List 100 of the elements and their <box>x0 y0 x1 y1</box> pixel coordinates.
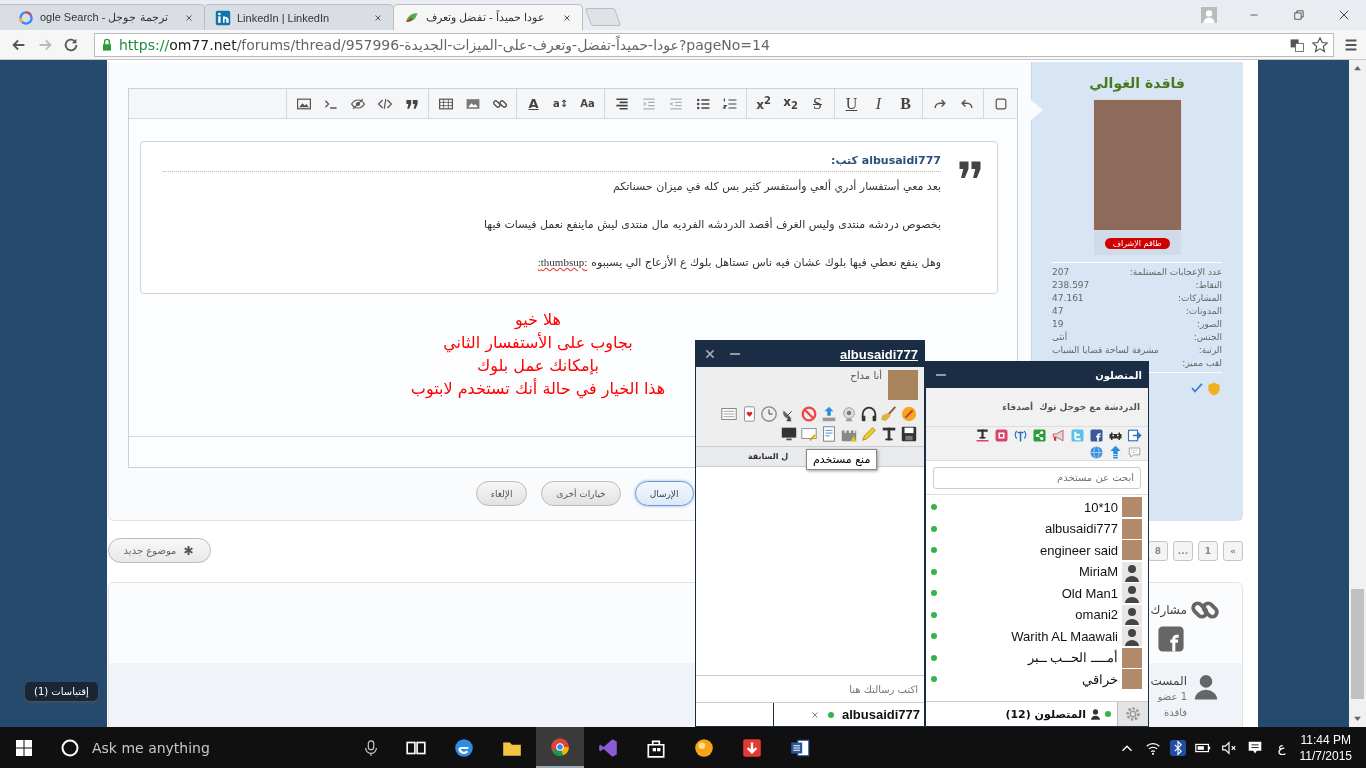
close-icon[interactable] <box>809 709 820 720</box>
text-tool-icon[interactable] <box>880 425 898 443</box>
reply-text: بإمكانك عمل بلوك <box>477 355 599 377</box>
stat-label: المدونات: <box>1185 305 1223 318</box>
share-icon[interactable] <box>1032 427 1047 443</box>
online-member[interactable]: فاقدة <box>1150 705 1187 721</box>
input-language[interactable]: ع <box>1277 740 1286 755</box>
settings-icon <box>1124 705 1142 723</box>
start-icon[interactable] <box>14 737 34 758</box>
tooltip: منع مستخدم <box>806 449 878 470</box>
translate-icon[interactable] <box>1289 36 1305 53</box>
chat-link[interactable]: أصدقاء <box>1002 402 1034 412</box>
clock-time[interactable]: 11:44 PM <box>1300 731 1351 748</box>
numbered-list-icon[interactable] <box>721 95 738 112</box>
stat-value: 19 <box>1052 318 1064 331</box>
browser-tab[interactable]: LinkedIn | LinkedIn <box>204 4 394 30</box>
close-icon[interactable] <box>704 348 716 360</box>
quotes-badge[interactable]: إقتباسات (1) <box>25 682 98 701</box>
download-icon <box>741 736 763 759</box>
pencil-circle-icon[interactable] <box>900 405 918 423</box>
check-icon <box>1190 381 1205 395</box>
quote-author: albusaidi777 كتب: <box>163 154 941 172</box>
subscript-button[interactable]: x$_{2}$ <box>777 90 804 117</box>
italic-button[interactable]: I <box>865 90 892 117</box>
new-topic-button[interactable]: موضوع جديد <box>108 538 211 563</box>
close-icon[interactable] <box>184 12 194 23</box>
close-icon[interactable] <box>373 12 383 23</box>
cortana-circle-icon <box>60 737 80 758</box>
user-list-item[interactable]: MiriaM <box>931 561 1142 583</box>
bluetooth-icon[interactable] <box>1169 739 1186 756</box>
social-square-icon[interactable] <box>1089 427 1104 443</box>
photo-placeholder <box>888 370 918 400</box>
user-list-item[interactable]: omani2 <box>931 604 1142 626</box>
user-search-field[interactable]: ابحث عن مستخدم <box>933 466 1141 489</box>
underline-button[interactable]: U <box>838 90 865 117</box>
user-list-item[interactable]: أمــــ الحــب ــبر <box>931 647 1142 669</box>
history-tab[interactable]: ل السابقة <box>748 452 789 461</box>
clock-date[interactable]: 11/7/2015 <box>1299 747 1352 764</box>
tab-title: LinkedIn | LinkedIn <box>237 11 331 24</box>
document-icon[interactable] <box>820 425 838 443</box>
text-tool-icon[interactable] <box>975 427 990 443</box>
user-icon <box>1192 673 1220 701</box>
photo-placeholder <box>1122 497 1142 518</box>
superscript-button[interactable]: x$^{2}$ <box>750 90 777 117</box>
stat-label: الجنس: <box>1193 331 1223 344</box>
browser-tab[interactable]: عودا حميداً - تفضل وتعرف <box>393 4 583 30</box>
font-button[interactable]: Aa <box>574 90 601 117</box>
round-logo-icon <box>549 735 571 758</box>
window-title: المتصلون <box>1095 369 1142 381</box>
stat-label: الرتبة: <box>1198 344 1223 357</box>
headphones-icon[interactable] <box>860 405 878 423</box>
search-field[interactable]: Ask me anything <box>90 738 352 757</box>
online-count[interactable]: المتصلون (12) <box>1005 707 1086 721</box>
font-size-button[interactable]: a↕ <box>547 90 574 117</box>
reply-text: بجاوب على الأستفسار الثاني <box>443 331 633 354</box>
user-list-item[interactable]: خراقي <box>931 668 1142 690</box>
user-list-item[interactable]: albusaidi777 <box>931 518 1142 540</box>
social-square-icon[interactable] <box>1156 625 1185 653</box>
browser-tab[interactable]: ogle Search - ترجمة جوجل <box>0 4 205 30</box>
window-list-icon[interactable] <box>720 405 738 423</box>
scrollbar-thumb[interactable] <box>1351 589 1364 699</box>
monitor-icon[interactable] <box>780 425 798 443</box>
photo-placeholder <box>1122 518 1142 539</box>
user-list-item[interactable]: Old Man1 <box>931 582 1142 604</box>
text-color-button[interactable]: A <box>520 90 547 117</box>
webcam-icon[interactable] <box>840 405 858 423</box>
star-icon[interactable] <box>1311 35 1329 54</box>
strike-button[interactable]: S <box>804 90 831 117</box>
stat-label: لقب مميز: <box>1182 357 1223 370</box>
restore-icon[interactable] <box>1291 8 1306 22</box>
align-right-icon[interactable] <box>613 95 630 112</box>
ring-favicon-icon <box>18 9 34 26</box>
user-list-item[interactable]: engineer said <box>931 539 1142 561</box>
stat-value: 238.597 <box>1052 279 1090 292</box>
exit-icon[interactable] <box>1127 427 1142 443</box>
profile-name[interactable]: فاقدة الغوالي <box>1089 75 1185 91</box>
scrollbar[interactable] <box>1349 60 1366 727</box>
speaker-muted-icon[interactable] <box>1219 738 1238 757</box>
chat-link[interactable]: الدردشة مع جوجل توك <box>1039 402 1140 412</box>
form-button[interactable]: الإرسال <box>634 481 694 506</box>
taskbar-app[interactable] <box>536 727 584 768</box>
stat-value: 47 <box>1052 305 1064 318</box>
minimized-chat-tab[interactable]: albusaidi777 <box>773 703 924 726</box>
user-list-item[interactable]: 10*10 <box>931 496 1142 518</box>
online-heading: المست <box>1150 673 1187 689</box>
framed-square-icon[interactable] <box>994 427 1009 443</box>
form-button[interactable]: الإلغاء <box>475 481 528 506</box>
pointer-arrow <box>1031 100 1044 120</box>
megaphone-icon[interactable] <box>1051 427 1066 443</box>
broom-icon[interactable] <box>880 405 898 423</box>
bold-button[interactable]: B <box>892 90 919 117</box>
user-list-item[interactable]: Warith AL Maawali <box>931 625 1142 647</box>
upload-icon[interactable] <box>820 405 838 423</box>
form-button[interactable]: خيارات أخرى <box>541 481 621 506</box>
photo-placeholder <box>1122 647 1142 668</box>
reply-text: هذا الخيار في حالة أنك تستخدم لابتوب <box>410 377 666 400</box>
tab-title: ogle Search - ترجمة جوجل <box>40 11 169 24</box>
reply-text: هلا خيو <box>514 309 562 331</box>
microphone-icon[interactable] <box>362 738 380 757</box>
close-icon[interactable] <box>562 12 572 23</box>
